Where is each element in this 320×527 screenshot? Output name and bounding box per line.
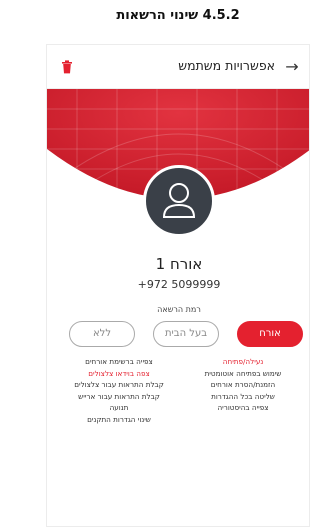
- user-name: אורח 1: [155, 255, 203, 273]
- additional-permissions-list: צפייה ברשימת אורחים צפה בוידאו צלצולים ק…: [63, 356, 175, 426]
- guest-permissions-list: נעילה/פתיחה שימוש בפתיחה אוטומטית הזמנת/…: [187, 356, 299, 414]
- permission-item: שינוי הגדרות התקנים: [87, 414, 151, 424]
- permission-item: שליטה בכל ההגדרות: [211, 391, 275, 401]
- permission-item: נעילה/פתיחה: [222, 357, 264, 366]
- user-icon: [162, 183, 196, 218]
- level-guest-button[interactable]: אורח: [237, 321, 303, 347]
- permission-item: תנועה: [109, 403, 129, 413]
- permission-item: קבלת התראות עבור צלצולים: [74, 380, 164, 390]
- user-phone: +972 5099999: [137, 278, 221, 291]
- arrow-right-icon[interactable]: →: [281, 56, 303, 78]
- permission-item: צפייה בהיסטוריה: [217, 403, 269, 413]
- permission-item: קבלת התראות עבור ארייש: [78, 391, 160, 401]
- avatar[interactable]: [143, 165, 215, 237]
- page-title: אפשרויות משתמש: [178, 58, 275, 73]
- top-bar: → אפשרויות משתמש: [47, 45, 309, 89]
- permission-item: הזמנת/הסרת אורחים: [210, 380, 276, 390]
- permission-item: צפייה ברשימת אורחים: [85, 357, 153, 366]
- phone-screen: → אפשרויות משתמש אורח 1 +972 5099999 רמת…: [46, 44, 310, 527]
- level-none-button[interactable]: ללא: [69, 321, 135, 347]
- level-owner-button[interactable]: בעל הבית: [153, 321, 219, 347]
- permission-item: צפה בוידאו צלצולים: [88, 368, 150, 378]
- trash-icon[interactable]: [61, 60, 73, 74]
- permission-item: שימוש בפתיחה אוטומטית: [204, 368, 282, 378]
- document-heading: 4.5.2 שינוי הרשאות: [116, 8, 240, 23]
- permission-level-label: רמת הרשאה: [157, 305, 201, 314]
